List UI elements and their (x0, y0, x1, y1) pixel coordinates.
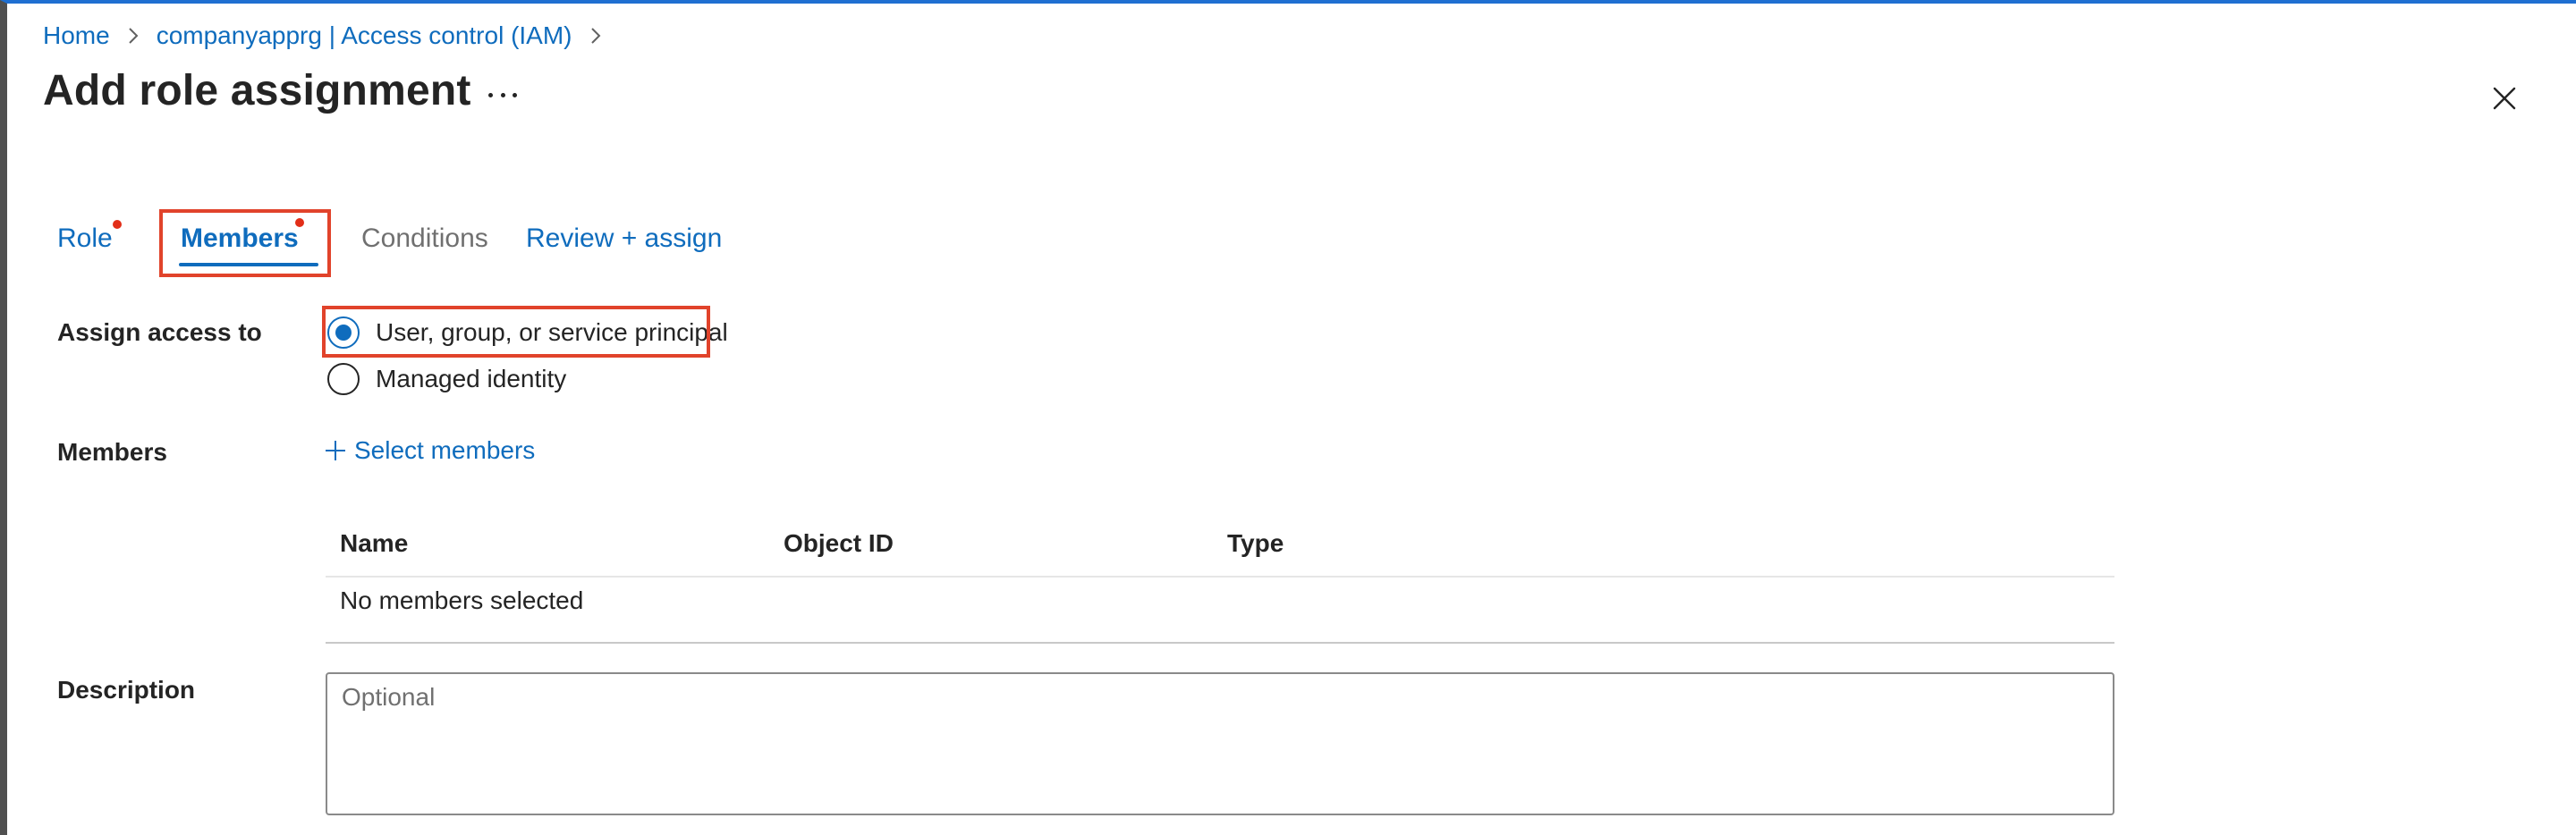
plus-icon (324, 439, 347, 462)
assign-access-label: Assign access to (57, 318, 262, 346)
select-members-label: Select members (354, 436, 536, 464)
radio-button[interactable] (327, 363, 360, 395)
required-dot (113, 220, 122, 229)
members-label: Members (57, 438, 167, 466)
tab-review-assign[interactable]: Review + assign (526, 224, 722, 254)
ellipsis-icon[interactable] (488, 84, 517, 105)
radio-label: Managed identity (376, 365, 567, 392)
select-members-link[interactable]: Select members (324, 436, 535, 465)
breadcrumb-home-link[interactable]: Home (43, 21, 110, 50)
column-header-type[interactable]: Type (1227, 529, 1284, 558)
table-bottom-divider (326, 642, 2114, 644)
empty-state-text: No members selected (340, 586, 584, 614)
close-icon[interactable] (2488, 82, 2521, 114)
description-textarea[interactable] (326, 672, 2114, 815)
radio-managed-identity[interactable]: Managed identity (327, 363, 566, 395)
highlight-box-assign-option (322, 306, 710, 358)
table-header-divider (326, 576, 2114, 578)
column-header-object-id[interactable]: Object ID (784, 529, 894, 558)
chevron-right-icon (587, 23, 605, 48)
chevron-right-icon (124, 23, 142, 48)
highlight-box-members-tab (159, 209, 331, 277)
breadcrumb: Home companyapprg | Access control (IAM) (43, 20, 619, 52)
breadcrumb-iam-link[interactable]: companyapprg | Access control (IAM) (157, 21, 572, 50)
description-label: Description (57, 676, 196, 704)
column-header-name[interactable]: Name (340, 529, 408, 558)
tab-conditions[interactable]: Conditions (361, 224, 488, 254)
page-title: Add role assignment (43, 67, 471, 114)
tab-role[interactable]: Role (57, 224, 113, 254)
